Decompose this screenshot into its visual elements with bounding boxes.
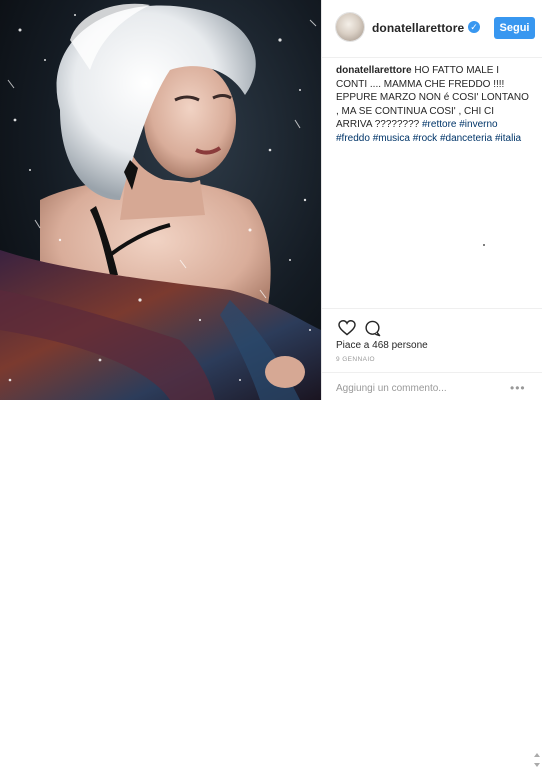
post-photo[interactable] [0, 0, 321, 400]
post-side-panel: donatellarettore ✓ Segui donatellarettor… [322, 0, 542, 767]
more-options-icon[interactable]: ••• [510, 382, 526, 394]
username-link[interactable]: donatellarettore [372, 21, 464, 35]
scroll-arrows-icon[interactable] [534, 753, 540, 767]
photo-illustration [0, 3, 321, 400]
post-actions [322, 308, 542, 343]
cursor-dot [483, 244, 485, 246]
follow-button[interactable]: Segui [494, 17, 535, 39]
post-caption: donatellarettore HO FATTO MALE I CONTI .… [336, 64, 532, 145]
heart-icon[interactable] [338, 320, 356, 336]
caption-username-link[interactable]: donatellarettore [336, 65, 412, 76]
likes-count[interactable]: Piace a 468 persone [336, 340, 428, 351]
comment-bubble-icon[interactable] [364, 320, 381, 337]
verified-badge-icon: ✓ [468, 21, 480, 33]
add-comment-bar: Aggiungi un commento... ••• [322, 372, 542, 767]
post-header: donatellarettore ✓ Segui [322, 0, 542, 58]
avatar[interactable] [336, 13, 364, 41]
post-date[interactable]: 9 GENNAIO [336, 356, 375, 363]
comment-input[interactable]: Aggiungi un commento... [336, 383, 447, 394]
